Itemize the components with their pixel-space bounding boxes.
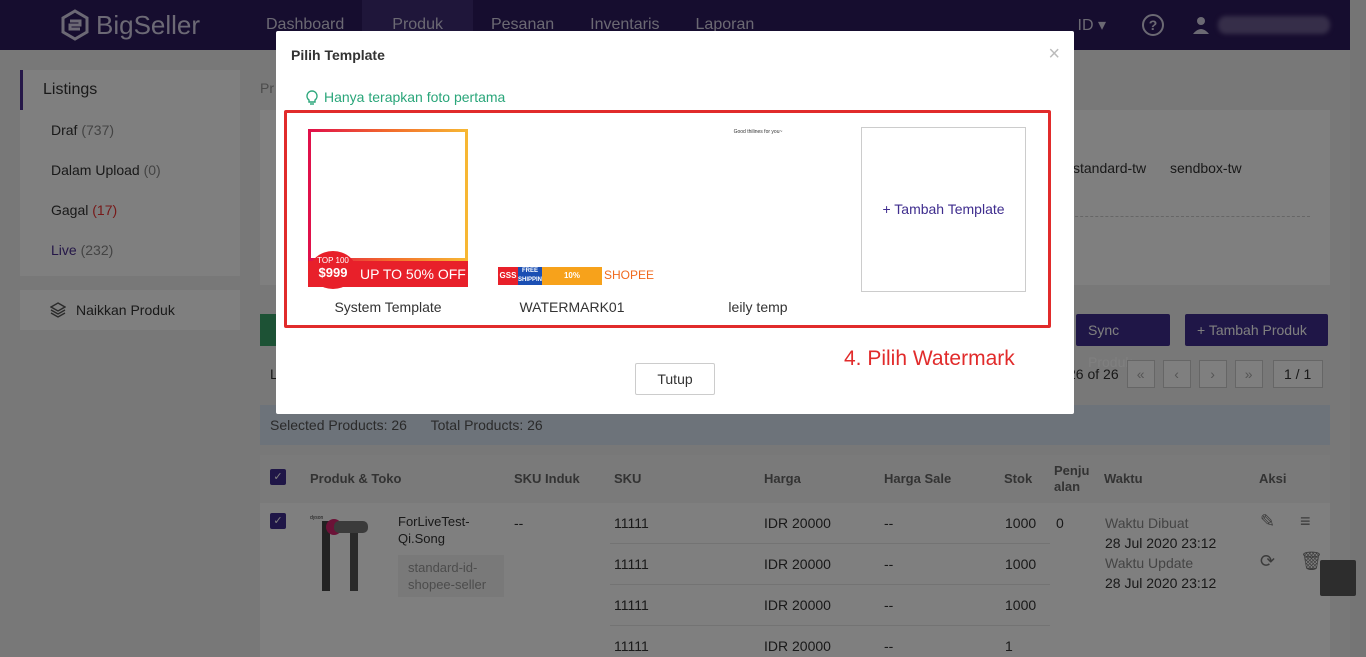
tutup-button[interactable]: Tutup: [635, 363, 715, 395]
lightbulb-icon: [306, 89, 318, 105]
template-label: leily temp: [728, 299, 788, 315]
template-watermark01[interactable]: GSS FREE SHIPPING 10% CASHBACK SHOPEE WA…: [492, 129, 655, 315]
pilih-template-modal: Pilih Template × Hanya terapkan foto per…: [276, 31, 1074, 414]
template-label: System Template: [334, 299, 442, 315]
price-badge: TOP 100 $999: [310, 251, 356, 289]
strip-cashback: 10% CASHBACK: [542, 267, 602, 298]
shopee-text: SHOPEE: [604, 268, 655, 282]
hint-label: Hanya terapkan foto pertama: [324, 89, 506, 105]
template-thumbnail: UP TO 50% OFF TOP 100 $999: [308, 129, 468, 289]
template-thumbnail: GSS FREE SHIPPING 10% CASHBACK SHOPEE: [492, 129, 655, 298]
badge-top-text: TOP 100: [317, 256, 349, 265]
template-system[interactable]: UP TO 50% OFF TOP 100 $999 System Templa…: [308, 129, 468, 315]
add-template-button[interactable]: + Tambah Template: [861, 127, 1026, 292]
template-thumbnail: Good thilines for you~: [678, 129, 838, 289]
gradient-frame: [308, 129, 468, 261]
badge-price-text: $999: [318, 265, 348, 280]
hint-text: Hanya terapkan foto pertama: [306, 89, 505, 105]
annotation-text: 4. Pilih Watermark: [844, 347, 1015, 370]
modal-title: Pilih Template: [291, 47, 385, 63]
template-small-text: Good thilines for you~: [733, 129, 783, 135]
strip-gss: GSS: [498, 267, 518, 285]
template-leily-temp[interactable]: Good thilines for you~ leily temp: [678, 129, 838, 315]
strip-free-shipping: FREE SHIPPING: [518, 267, 547, 285]
watermark-strip: GSS FREE SHIPPING 10% CASHBACK: [498, 267, 602, 298]
close-icon[interactable]: ×: [1048, 43, 1060, 66]
